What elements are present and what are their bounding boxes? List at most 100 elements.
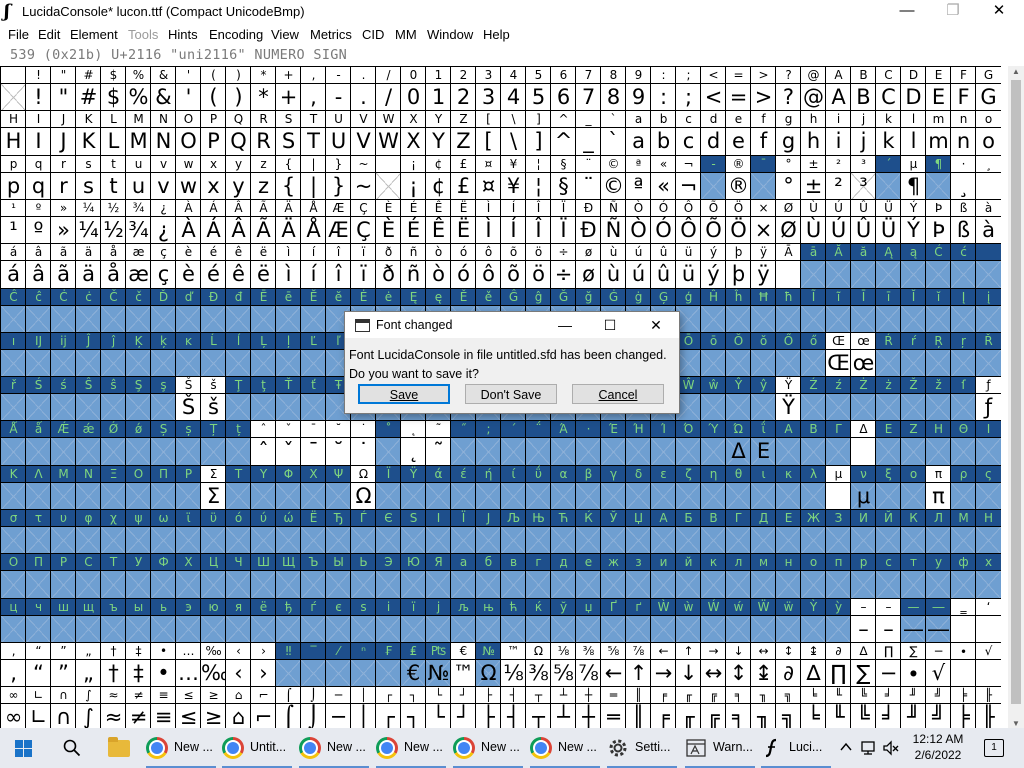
glyph-cell[interactable]: ΏΔ (725, 420, 751, 466)
glyph-cell[interactable]: ¤ ¤ (475, 154, 501, 200)
glyph-cell[interactable]: HH (0, 110, 26, 156)
glyph-cell[interactable]: Ц (200, 553, 226, 599)
taskbar-item[interactable]: New ... (453, 728, 527, 768)
glyph-cell[interactable]: ”” (50, 641, 76, 688)
menu-help[interactable]: Help (483, 27, 510, 42)
glyph-cell[interactable]: ί (500, 464, 526, 510)
notification-center-icon[interactable]: 1 (984, 739, 1004, 757)
glyph-cell[interactable]: в (500, 553, 526, 599)
glyph-cell[interactable]: ∑ ∙ (900, 641, 926, 688)
glyph-cell[interactable]: ˛ ˛ (400, 420, 426, 466)
glyph-cell[interactable]: ĺ (225, 331, 251, 378)
glyph-cell[interactable]: Г (725, 509, 751, 555)
glyph-cell[interactable]: ˘ ˘ (325, 420, 351, 466)
glyph-cell[interactable]: Ю (400, 553, 426, 599)
glyph-cell[interactable]: д (550, 553, 576, 599)
glyph-cell[interactable]: ж (600, 553, 626, 599)
glyph-cell[interactable]: Е (775, 509, 801, 555)
glyph-cell[interactable]: ς (975, 464, 1001, 510)
glyph-cell[interactable]: Є (375, 509, 401, 555)
glyph-cell[interactable]: ‰‰ (200, 641, 226, 688)
glyph-cell[interactable]: ŗ (950, 331, 976, 378)
glyph-cell[interactable]: ˜ ˜ (425, 420, 451, 466)
glyph-cell[interactable]: :: (650, 66, 676, 112)
glyph-cell[interactable]: ‗ (950, 597, 976, 643)
glyph-cell[interactable]: ┐ ┐ (400, 686, 426, 730)
glyph-cell[interactable]: 00 (400, 66, 426, 112)
glyph-cell[interactable]: Ħ (750, 287, 776, 333)
glyph-cell[interactable]: Ь (350, 553, 376, 599)
glyph-cell[interactable]: Ĵ (75, 331, 101, 378)
glyph-cell[interactable]: ÑÑ (600, 198, 626, 245)
glyph-cell[interactable]: QQ (225, 110, 251, 156)
glyph-cell[interactable]: ŕ (900, 331, 926, 378)
glyph-cell[interactable]: С (75, 553, 101, 599)
glyph-cell[interactable]: ¢ ¢ (425, 154, 451, 200)
glyph-cell[interactable]: ùù (600, 243, 626, 289)
glyph-cell[interactable]: ĳ (50, 331, 76, 378)
glyph-cell[interactable]: ss (75, 154, 101, 200)
glyph-cell[interactable]: éé (200, 243, 226, 289)
glyph-cell[interactable]: Ă (825, 243, 851, 289)
glyph-cell[interactable]: pp (0, 154, 26, 200)
glyph-cell[interactable]: $ $ (100, 66, 126, 112)
network-icon[interactable] (860, 739, 878, 757)
glyph-cell[interactable]: Щ (275, 553, 301, 599)
glyph-cell[interactable]: Э (375, 553, 401, 599)
glyph-cell[interactable]: ¦ ¦ (525, 154, 551, 200)
glyph-cell[interactable]: ?? (775, 66, 801, 112)
glyph-cell[interactable]: β (575, 464, 601, 510)
glyph-cell[interactable]: ÛÛ (850, 198, 876, 245)
glyph-cell[interactable]: ⌂ ⌂ (225, 686, 251, 730)
glyph-cell[interactable]: 22 (450, 66, 476, 112)
glyph-cell[interactable]: %% (125, 66, 151, 112)
glyph-cell[interactable]: Ŕ (875, 331, 901, 378)
glyph-cell[interactable]: ~ ~ (350, 154, 376, 200)
glyph-cell[interactable]: - (700, 154, 726, 200)
glyph-cell[interactable]: UU (325, 110, 351, 156)
glyph-cell[interactable]: ļ (275, 331, 301, 378)
glyph-cell[interactable]: zz (250, 154, 276, 200)
glyph-cell[interactable]: uu (125, 154, 151, 200)
glyph-cell[interactable]: + + (275, 66, 301, 112)
glyph-cell[interactable]: ĭ (925, 287, 951, 333)
glyph-cell[interactable]: Θ (950, 420, 976, 466)
glyph-cell[interactable]: ϊ (175, 509, 201, 555)
glyph-cell[interactable]: »» (50, 198, 76, 245)
glyph-cell[interactable]: Ĕ (300, 287, 326, 333)
glyph-cell[interactable]: Ť (275, 376, 301, 422)
glyph-cell[interactable]: Đ (200, 287, 226, 333)
glyph-cell[interactable]: ↕ ∂ (775, 641, 801, 688)
glyph-cell[interactable]: Ẃ (700, 597, 726, 643)
menu-cid[interactable]: CID (362, 27, 384, 42)
glyph-cell[interactable]: ° ° (775, 154, 801, 200)
glyph-cell[interactable]: Τ (225, 464, 251, 510)
glyph-cell[interactable]: ≡ ≡ (150, 686, 176, 730)
glyph-cell[interactable]: šš (200, 376, 226, 422)
glyph-cell[interactable]: › › (250, 641, 276, 688)
glyph-cell[interactable]: И (850, 509, 876, 555)
glyph-cell[interactable]: Х (175, 553, 201, 599)
glyph-cell[interactable]: Ѓ (350, 509, 376, 555)
glyph-cell[interactable]: ═ ═ (600, 686, 626, 730)
glyph-cell[interactable]: ¿ ¿ (150, 198, 176, 245)
glyph-cell[interactable]: BB (850, 66, 876, 112)
glyph-cell[interactable]: ъ (100, 597, 126, 643)
glyph-cell[interactable]: α (550, 464, 576, 510)
glyph-cell[interactable]: ⌡ ⌡ (300, 686, 326, 730)
glyph-cell[interactable]: η (700, 464, 726, 510)
glyph-cell[interactable]: Χ (300, 464, 326, 510)
glyph-cell[interactable]: ' ' (175, 66, 201, 112)
glyph-cell[interactable]: ё (250, 597, 276, 643)
glyph-cell[interactable]: ē (275, 287, 301, 333)
glyph-cell[interactable]: ķ (150, 331, 176, 378)
menu-encoding[interactable]: Encoding (209, 27, 263, 42)
glyph-cell[interactable]: ΅ (525, 420, 551, 466)
glyph-cell[interactable]: ≤ ≤ (175, 686, 201, 730)
glyph-cell[interactable]: • • (150, 641, 176, 688)
glyph-cell[interactable]: € ™ (450, 641, 476, 688)
glyph-cell[interactable]: ĉ (25, 287, 51, 333)
glyph-cell[interactable]: ee (725, 110, 751, 156)
menu-window[interactable]: Window (427, 27, 473, 42)
menu-metrics[interactable]: Metrics (310, 27, 352, 42)
